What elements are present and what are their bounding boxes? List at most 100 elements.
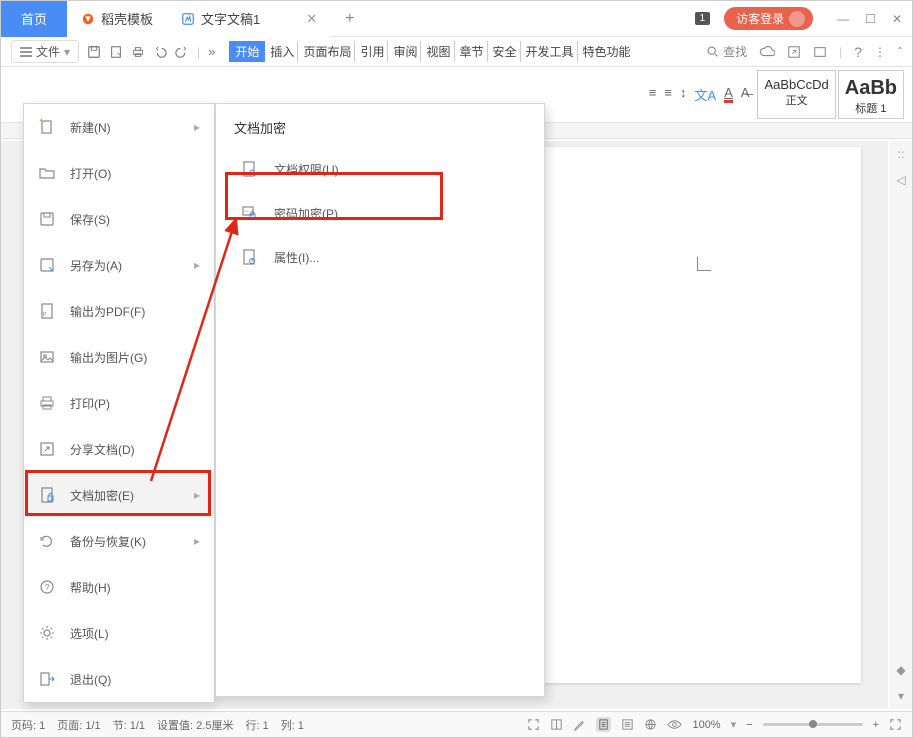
close-window-icon[interactable]: ✕ <box>892 12 902 26</box>
collapse-ribbon-icon[interactable]: ˆ <box>898 45 902 59</box>
svg-text:?: ? <box>45 583 50 592</box>
maximize-icon[interactable]: ☐ <box>865 12 876 26</box>
tab-close-icon[interactable]: ✕ <box>306 11 317 27</box>
clear-format-icon[interactable]: A̶ <box>741 85 750 104</box>
file-menu-button[interactable]: 文件 ▾ <box>11 40 79 63</box>
style-preview: AaBbCcDd <box>764 77 828 92</box>
doc-permission-icon <box>240 160 258 178</box>
page-view-icon[interactable] <box>596 717 611 732</box>
sb-pageno[interactable]: 页码: 1 <box>11 717 45 733</box>
undo-icon[interactable] <box>153 45 167 59</box>
zoom-label[interactable]: 100% <box>692 719 720 731</box>
minimize-icon[interactable]: — <box>837 12 849 26</box>
fm-export-image[interactable]: 输出为图片(G) <box>24 334 214 380</box>
fm-new[interactable]: 新建(N)▸ <box>24 104 214 150</box>
zoom-in-button[interactable]: + <box>873 719 879 731</box>
fm-help[interactable]: ?帮助(H) <box>24 564 214 610</box>
ribbon-tab-start[interactable]: 开始 <box>229 41 265 62</box>
print-preview-icon[interactable] <box>109 45 123 59</box>
fm-encrypt[interactable]: 文档加密(E)▸ <box>24 472 214 518</box>
fit-page-icon[interactable] <box>889 718 902 731</box>
tab-add-button[interactable]: + <box>331 10 368 28</box>
login-button[interactable]: 访客登录 <box>724 7 813 30</box>
help-circle-icon: ? <box>38 578 56 596</box>
sb-row[interactable]: 行: 1 <box>245 717 268 733</box>
eye-protect-icon[interactable] <box>667 718 682 731</box>
style-heading1[interactable]: AaBb 标题 1 <box>838 70 904 119</box>
redo-icon[interactable] <box>175 45 189 59</box>
overflow-icon[interactable]: » <box>208 44 215 59</box>
line-spacing-icon[interactable]: ↕ <box>680 85 687 104</box>
more-icon[interactable]: ⋮ <box>874 45 886 59</box>
zoom-thumb[interactable] <box>809 720 817 728</box>
fm-save[interactable]: 保存(S) <box>24 196 214 242</box>
zoom-slider[interactable] <box>763 723 863 726</box>
web-view-icon[interactable] <box>644 718 657 731</box>
sub-password[interactable]: ***密码加密(P) <box>216 191 544 235</box>
help-icon[interactable]: ? <box>854 44 862 60</box>
style-preview: AaBb <box>845 77 897 100</box>
fm-exit[interactable]: 退出(Q) <box>24 656 214 702</box>
save-icon[interactable] <box>87 45 101 59</box>
ribbon-tab-insert[interactable]: 插入 <box>267 41 298 62</box>
style-normal[interactable]: AaBbCcDd 正文 <box>757 70 835 119</box>
panel-triangle-icon[interactable]: ◁ <box>896 173 905 187</box>
zoom-out-button[interactable]: − <box>746 719 752 731</box>
fm-saveas[interactable]: 另存为(A)▸ <box>24 242 214 288</box>
edit-mode-icon[interactable] <box>573 718 586 731</box>
properties-icon <box>240 248 258 266</box>
ribbon-tab-view[interactable]: 视图 <box>423 41 454 62</box>
panel-diamond-icon[interactable]: ◆ <box>896 663 905 677</box>
ribbon-tab-chapter[interactable]: 章节 <box>457 41 488 62</box>
sb-col[interactable]: 列: 1 <box>281 717 304 733</box>
notification-badge[interactable]: 1 <box>695 12 711 25</box>
fm-print[interactable]: 打印(P) <box>24 380 214 426</box>
fm-backup[interactable]: 备份与恢复(K)▸ <box>24 518 214 564</box>
styles-group: AaBbCcDd 正文 AaBb 标题 1 <box>757 70 904 119</box>
zoom-chevron-icon[interactable]: ▾ <box>731 718 737 731</box>
sub-permissions[interactable]: 文档权限(U) <box>216 147 544 191</box>
encrypt-icon <box>38 486 56 504</box>
tab-document[interactable]: 文字文稿1 ✕ <box>167 1 331 37</box>
sb-page[interactable]: 页面: 1/1 <box>57 717 100 733</box>
image-icon <box>38 348 56 366</box>
ribbon-tab-feature[interactable]: 特色功能 <box>580 41 634 62</box>
panel-down-icon[interactable]: ▾ <box>898 689 904 703</box>
indent-decrease-icon[interactable]: ≡ <box>649 85 657 104</box>
print-icon[interactable] <box>131 45 145 59</box>
sb-setting[interactable]: 设置值: 2.5厘米 <box>157 717 233 733</box>
printer-icon <box>38 394 56 412</box>
ribbon-tab-dev[interactable]: 开发工具 <box>523 41 578 62</box>
font-color-icon[interactable]: A <box>724 85 733 104</box>
fullscreen-icon[interactable] <box>527 718 540 731</box>
ribbon-tab-ref[interactable]: 引用 <box>357 41 388 62</box>
drag-handle-icon[interactable]: :: <box>898 147 905 161</box>
submenu-label: 属性(I)... <box>274 249 319 266</box>
ribbon-tab-layout[interactable]: 页面布局 <box>300 41 355 62</box>
fm-open[interactable]: 打开(O) <box>24 150 214 196</box>
ribbon-tab-review[interactable]: 审阅 <box>390 41 421 62</box>
fm-export-pdf[interactable]: P输出为PDF(F) <box>24 288 214 334</box>
ribbon-tab-security[interactable]: 安全 <box>490 41 521 62</box>
tab-home[interactable]: 首页 <box>1 1 67 37</box>
share-icon[interactable] <box>787 45 801 59</box>
folder-open-icon <box>38 164 56 182</box>
reading-layout-icon[interactable] <box>550 718 563 731</box>
fm-share[interactable]: 分享文档(D) <box>24 426 214 472</box>
fm-options[interactable]: 选项(L) <box>24 610 214 656</box>
save-as-icon <box>38 256 56 274</box>
outline-view-icon[interactable] <box>621 718 634 731</box>
save-file-icon <box>38 210 56 228</box>
titlebar: 首页 稻壳模板 文字文稿1 ✕ + 1 访客登录 — ☐ ✕ <box>1 1 912 37</box>
text-direction-icon[interactable]: 文A <box>694 85 716 104</box>
indent-increase-icon[interactable]: ≡ <box>664 85 672 104</box>
paragraph-group: ≡ ≡ ↕ 文A A A̶ <box>649 85 750 104</box>
search-button[interactable]: 查找 <box>706 43 747 60</box>
screenshot-icon[interactable] <box>813 45 827 59</box>
tab-template[interactable]: 稻壳模板 <box>67 1 167 37</box>
sub-properties[interactable]: 属性(I)... <box>216 235 544 279</box>
template-icon <box>81 12 95 26</box>
quick-toolbar: 文件 ▾ | » 开始 插入 页面布局 引用 审阅 视图 章节 安全 开发工具 … <box>1 37 912 67</box>
sb-section[interactable]: 节: 1/1 <box>113 717 145 733</box>
cloud-sync-icon[interactable] <box>759 45 775 59</box>
